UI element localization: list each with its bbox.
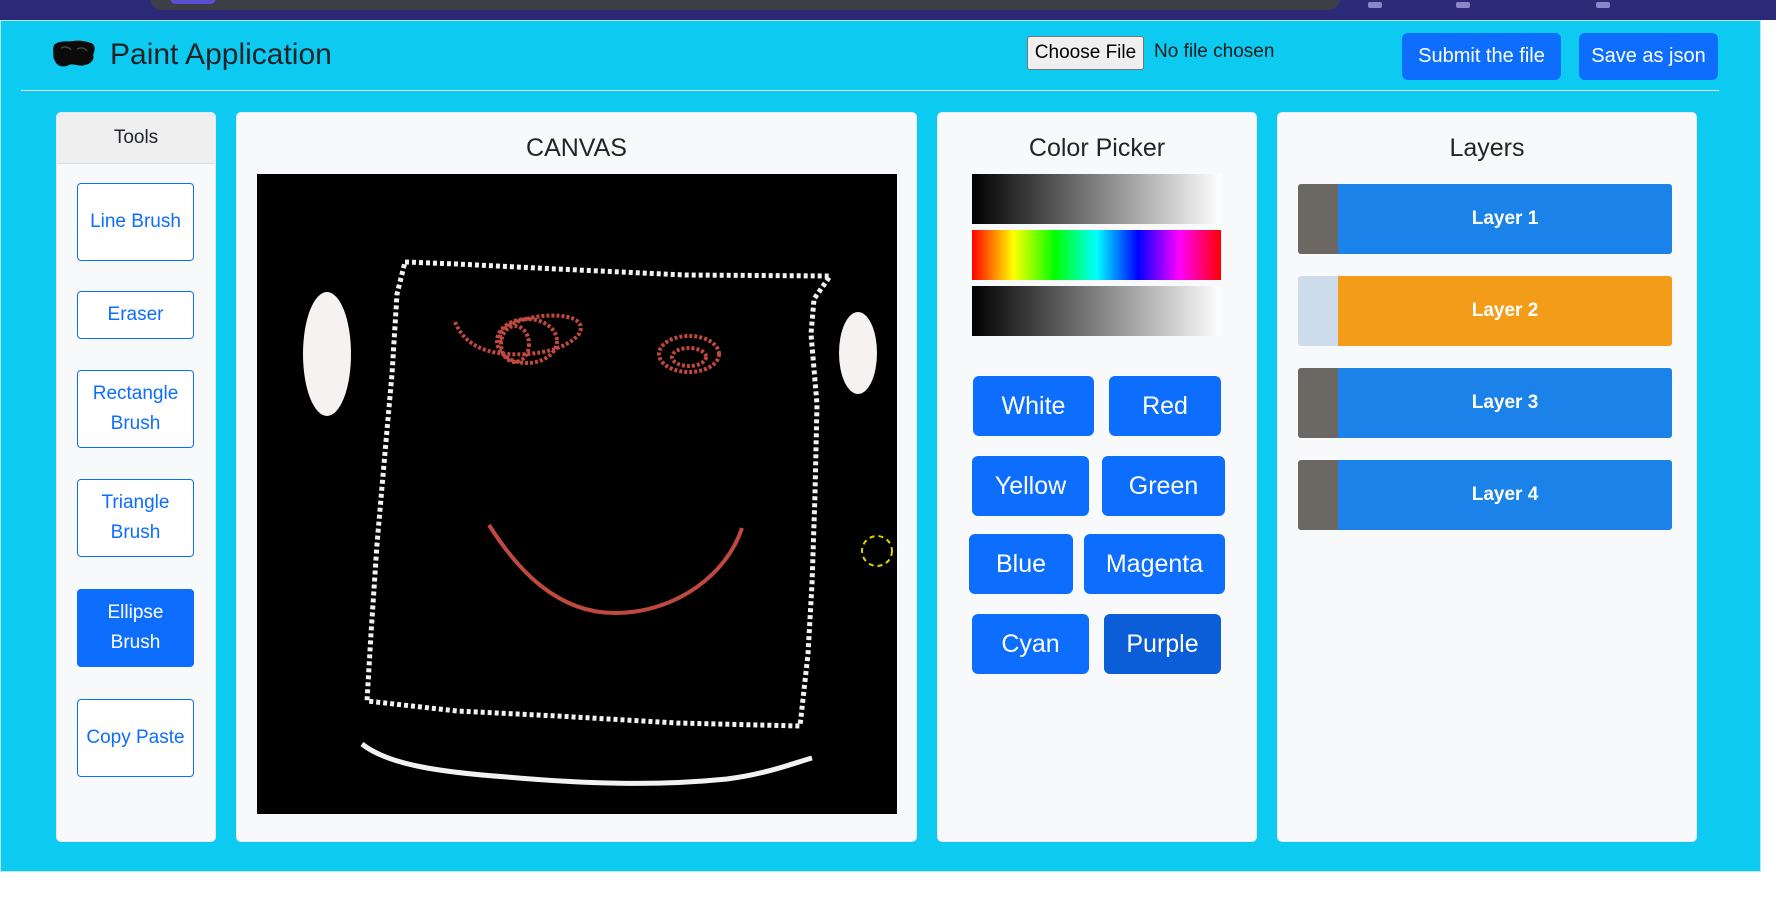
tools-panel: Tools Line Brush Eraser Rectangle Brush … xyxy=(56,112,216,842)
drawn-head-outline xyxy=(364,259,835,729)
app-container: Paint Application Choose File No file ch… xyxy=(0,20,1761,872)
layer-visibility-swatch[interactable] xyxy=(1298,460,1338,530)
color-green-button[interactable]: Green xyxy=(1102,456,1225,516)
layer-label[interactable]: Layer 3 xyxy=(1338,368,1672,438)
drawn-right-eye-inner xyxy=(670,346,708,368)
tool-line-brush-button[interactable]: Line Brush xyxy=(77,183,194,261)
tool-eraser-button[interactable]: Eraser xyxy=(77,291,194,339)
extension-icon[interactable] xyxy=(1368,2,1382,8)
layer-label[interactable]: Layer 2 xyxy=(1338,276,1672,346)
hue-gradient-bar[interactable] xyxy=(972,230,1221,280)
color-picker-heading: Color Picker xyxy=(1028,134,1166,162)
save-json-button[interactable]: Save as json xyxy=(1579,33,1718,80)
canvas-panel: CANVAS xyxy=(236,112,917,842)
browser-address-bar[interactable] xyxy=(150,0,1340,10)
browser-tab-indicator xyxy=(170,0,216,4)
drawn-ellipse-right-ear xyxy=(839,312,877,394)
brush-cursor-indicator xyxy=(861,535,893,567)
drawn-mouth xyxy=(487,523,744,616)
drawing-canvas[interactable] xyxy=(257,174,897,814)
layers-panel: Layers Layer 1 Layer 2 Layer 3 Layer 4 xyxy=(1277,112,1697,842)
app-title: Paint Application xyxy=(110,38,332,71)
layers-heading: Layers xyxy=(1449,134,1525,162)
tools-heading: Tools xyxy=(57,113,215,164)
drawn-ellipse-left-ear xyxy=(303,292,351,416)
canvas-drawing xyxy=(303,259,893,786)
color-white-button[interactable]: White xyxy=(973,376,1094,436)
canvas-heading: CANVAS xyxy=(526,134,627,162)
browser-chrome-strip xyxy=(0,0,1776,20)
color-magenta-button[interactable]: Magenta xyxy=(1084,534,1225,594)
choose-file-button[interactable]: Choose File xyxy=(1027,36,1144,70)
layer-item[interactable]: Layer 4 xyxy=(1298,460,1672,530)
layer-item[interactable]: Layer 3 xyxy=(1298,368,1672,438)
layer-visibility-swatch[interactable] xyxy=(1298,276,1338,346)
tool-ellipse-brush-button[interactable]: Ellipse Brush xyxy=(77,589,194,667)
tool-copy-paste-button[interactable]: Copy Paste xyxy=(77,699,194,777)
color-picker-panel: Color Picker White Red Yellow Green Blue… xyxy=(937,112,1257,842)
color-blue-button[interactable]: Blue xyxy=(969,534,1073,594)
layer-visibility-swatch[interactable] xyxy=(1298,184,1338,254)
extension-icon[interactable] xyxy=(1456,2,1470,8)
drawn-left-eye-inner xyxy=(499,324,531,364)
layer-item[interactable]: Layer 2 xyxy=(1298,276,1672,346)
layer-visibility-swatch[interactable] xyxy=(1298,368,1338,438)
layer-label[interactable]: Layer 4 xyxy=(1338,460,1672,530)
file-status-text: No file chosen xyxy=(1154,41,1275,62)
color-cyan-button[interactable]: Cyan xyxy=(972,614,1089,674)
color-red-button[interactable]: Red xyxy=(1109,376,1221,436)
drawn-chin-stroke xyxy=(360,742,813,786)
extension-icon[interactable] xyxy=(1596,2,1610,8)
layer-item[interactable]: Layer 1 xyxy=(1298,184,1672,254)
tool-triangle-brush-button[interactable]: Triangle Brush xyxy=(77,479,194,557)
drawn-left-eye xyxy=(453,313,583,357)
submit-file-button[interactable]: Submit the file xyxy=(1402,33,1561,80)
app-header: Paint Application Choose File No file ch… xyxy=(21,21,1719,91)
color-yellow-button[interactable]: Yellow xyxy=(972,456,1089,516)
color-purple-button[interactable]: Purple xyxy=(1104,614,1221,674)
brightness-gradient-bar[interactable] xyxy=(972,174,1221,224)
opacity-gradient-bar[interactable] xyxy=(972,286,1221,336)
tool-rectangle-brush-button[interactable]: Rectangle Brush xyxy=(77,370,194,448)
paint-blob-icon xyxy=(53,40,95,67)
layer-label[interactable]: Layer 1 xyxy=(1338,184,1672,254)
header-divider xyxy=(21,90,1719,91)
